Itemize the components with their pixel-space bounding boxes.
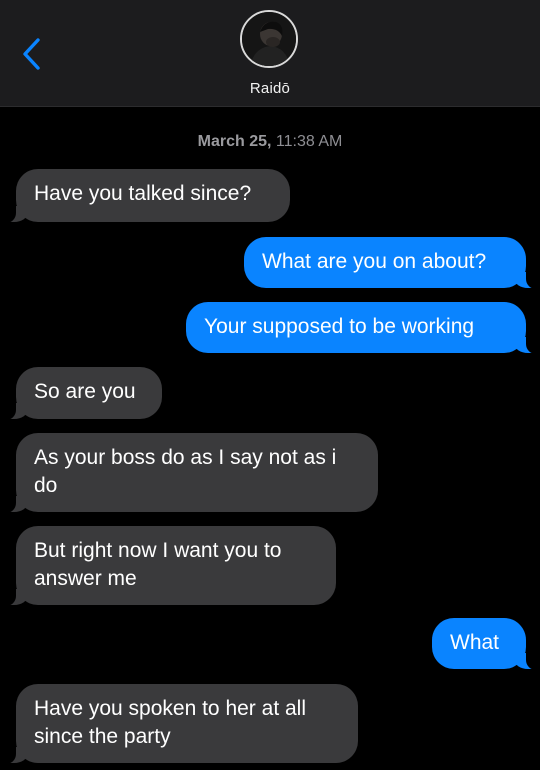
message-text: Have you spoken to her at all since the … [34, 697, 306, 748]
timestamp-time: 11:38 AM [275, 133, 343, 150]
back-button[interactable] [18, 36, 48, 72]
message-bubble-incoming[interactable]: Have you talked since? [4, 169, 290, 223]
message-bubble-outgoing[interactable]: What [432, 618, 538, 670]
contact-name[interactable]: Raidō [0, 80, 540, 97]
contact-avatar[interactable] [240, 10, 298, 68]
contact-photo [242, 12, 296, 66]
message-bubble-incoming[interactable]: So are you [4, 367, 162, 420]
timestamp-date: March 25, [197, 133, 272, 150]
message-timestamp: March 25, 11:38 AM [0, 133, 540, 151]
message-text: What are you on about? [262, 250, 487, 273]
message-bubble-outgoing[interactable]: Your supposed to be working [186, 302, 538, 354]
message-bubble-outgoing[interactable]: What are you on about? [244, 237, 538, 289]
message-text: Have you talked since? [34, 182, 252, 205]
message-bubble-incoming[interactable]: As your boss do as I say not as i do [4, 433, 378, 513]
message-text: Your supposed to be working [204, 315, 475, 338]
message-bubble-incoming[interactable]: Have you spoken to her at all since the … [4, 684, 358, 764]
chevron-left-icon[interactable] [18, 36, 48, 72]
message-text: But right now I want you to answer me [34, 539, 282, 590]
message-text: As your boss do as I say not as i do [34, 446, 337, 497]
message-bubble-incoming[interactable]: But right now I want you to answer me [4, 526, 336, 606]
conversation-header: Raidō [0, 0, 540, 107]
message-text: What [450, 631, 500, 654]
message-text: So are you [34, 380, 136, 403]
